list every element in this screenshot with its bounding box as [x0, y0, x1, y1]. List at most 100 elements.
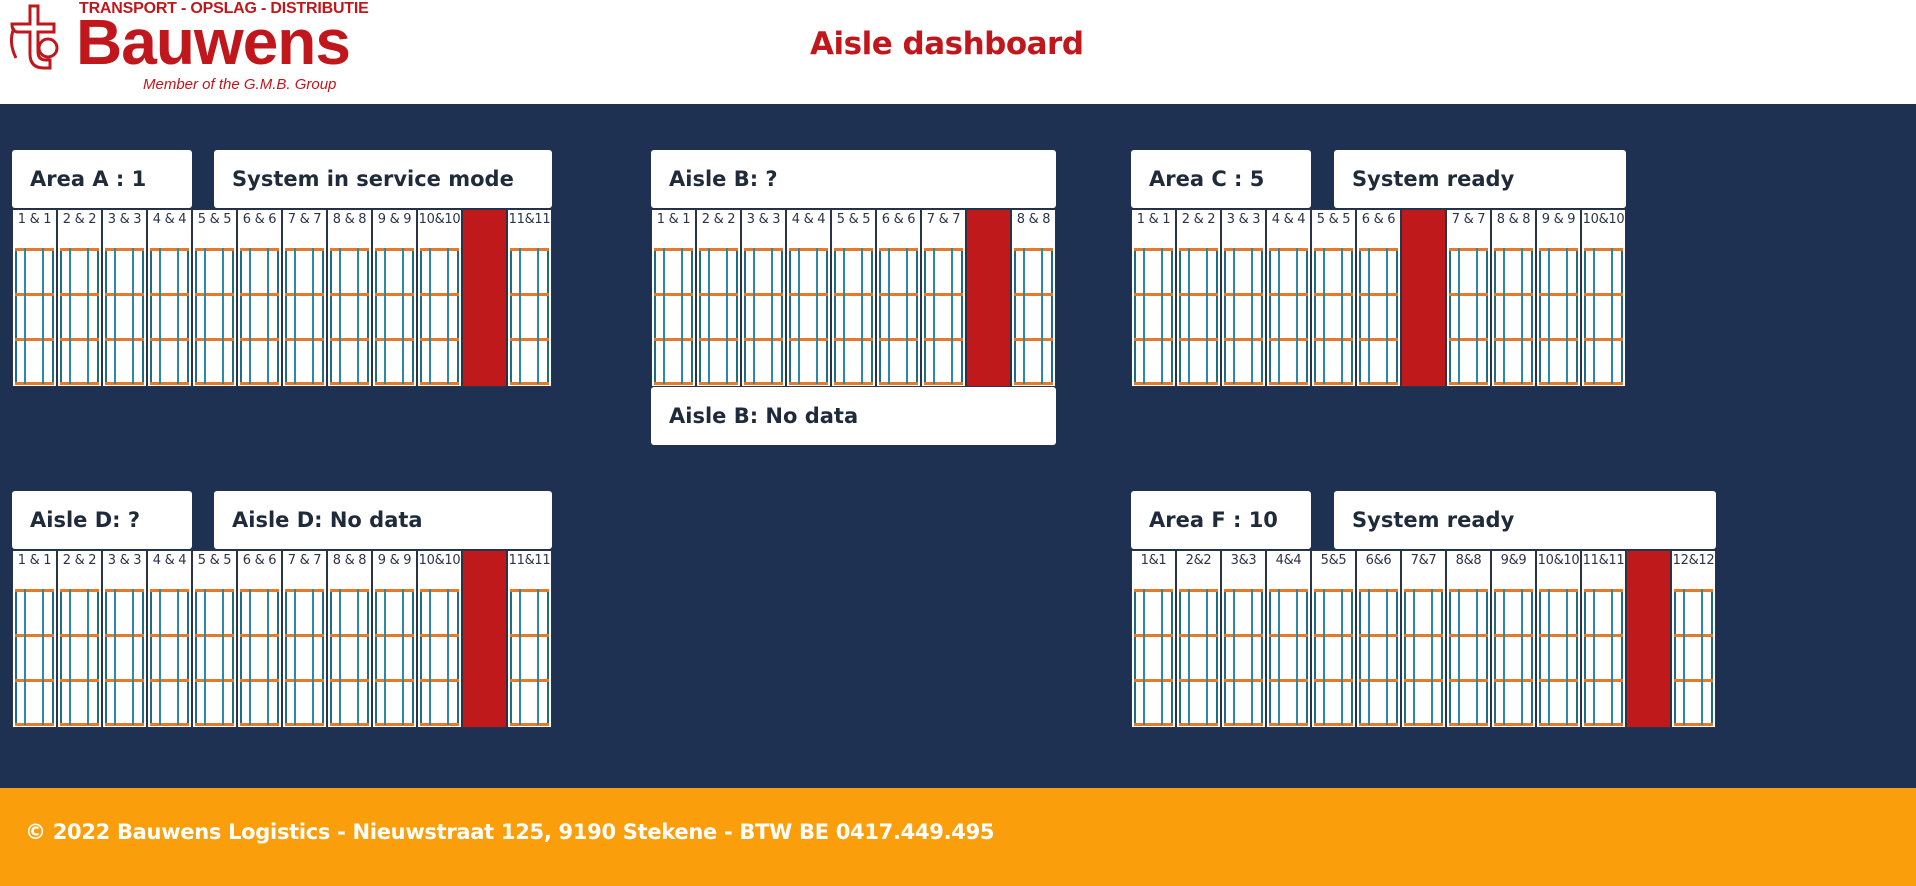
rack-bay[interactable]: 6 & 6 — [876, 209, 921, 387]
bauwens-logo[interactable]: TRANSPORT - OPSLAG - DISTRIBUTIE Bauwens… — [4, 0, 384, 100]
pallet-rack-icon — [1494, 248, 1533, 385]
rack-bay[interactable]: 2 & 2 — [57, 550, 102, 728]
pallet-rack-icon — [1674, 589, 1713, 726]
rack-bay[interactable]: 7&7 — [1401, 550, 1446, 728]
pallet-rack-icon — [240, 248, 279, 385]
rack-bay[interactable]: 4 & 4 — [147, 209, 192, 387]
bay-label: 7 & 7 — [287, 553, 322, 568]
area-a-label: Area A : 1 — [12, 150, 192, 208]
rack-bay[interactable]: 3 & 3 — [102, 209, 147, 387]
pallet-rack-icon — [1449, 248, 1488, 385]
bay-label: 11&11 — [1582, 553, 1625, 568]
rack-bay[interactable]: 8 & 8 — [1011, 209, 1056, 387]
rack-bay[interactable]: 5&5 — [1311, 550, 1356, 728]
bay-label: 10&10 — [418, 553, 461, 568]
rack-bay[interactable]: 7 & 7 — [282, 550, 327, 728]
bay-label: 3 & 3 — [107, 212, 142, 227]
bay-label: 8 & 8 — [332, 212, 367, 227]
bay-label: 5 & 5 — [197, 553, 232, 568]
bay-label: 8&8 — [1455, 553, 1482, 568]
pallet-rack-icon — [1449, 589, 1488, 726]
rack-bay[interactable]: 10&10 — [1581, 209, 1626, 387]
rack-bay[interactable]: 8&8 — [1446, 550, 1491, 728]
pallet-rack-icon — [1224, 589, 1263, 726]
rack-bay[interactable]: 1 & 1 — [12, 550, 57, 728]
rack-bay[interactable]: 7 & 7 — [282, 209, 327, 387]
bay-label: 5 & 5 — [1316, 212, 1351, 227]
rack-bay[interactable]: 6 & 6 — [237, 209, 282, 387]
rack-bay[interactable]: 8 & 8 — [327, 209, 372, 387]
rack-bay[interactable]: 2 & 2 — [57, 209, 102, 387]
pallet-rack-icon — [1404, 589, 1443, 726]
rack-bay[interactable]: 8 & 8 — [1491, 209, 1536, 387]
pallet-rack-icon — [1134, 248, 1173, 385]
blocked-bay[interactable] — [1401, 209, 1446, 387]
pallet-rack-icon — [1269, 589, 1308, 726]
blocked-bay[interactable] — [966, 209, 1011, 387]
rack-bay[interactable]: 5 & 5 — [192, 209, 237, 387]
bay-label: 9 & 9 — [377, 212, 412, 227]
pallet-rack-icon — [1269, 248, 1308, 385]
rack-bay[interactable]: 10&10 — [417, 550, 462, 728]
rack-bay[interactable]: 1 & 1 — [651, 209, 696, 387]
rack-bay[interactable]: 5 & 5 — [192, 550, 237, 728]
blocked-bay[interactable] — [1626, 550, 1671, 728]
page-title: Aisle dashboard — [810, 26, 1084, 62]
rack-bay[interactable]: 6&6 — [1356, 550, 1401, 728]
rack-bay[interactable]: 8 & 8 — [327, 550, 372, 728]
rack-bay[interactable]: 2 & 2 — [696, 209, 741, 387]
area-c-rack: 1 & 1 2 & 2 3 & 3 4 & 4 5 & 5 6 & 6 7 & 7 8 & 8… — [1131, 209, 1626, 387]
rack-bay[interactable]: 6 & 6 — [1356, 209, 1401, 387]
rack-bay[interactable]: 9 & 9 — [372, 550, 417, 728]
bay-label: 3&3 — [1230, 553, 1257, 568]
pallet-rack-icon — [654, 248, 693, 385]
rack-bay[interactable]: 3 & 3 — [102, 550, 147, 728]
pallet-rack-icon — [285, 248, 324, 385]
pallet-rack-icon — [420, 248, 459, 385]
pallet-rack-icon — [879, 248, 918, 385]
rack-bay[interactable]: 11&11 — [507, 550, 552, 728]
pallet-rack-icon — [1584, 589, 1623, 726]
rack-bay[interactable]: 1 & 1 — [12, 209, 57, 387]
rack-bay[interactable]: 5 & 5 — [1311, 209, 1356, 387]
rack-bay[interactable]: 11&11 — [1581, 550, 1626, 728]
rack-bay[interactable]: 3 & 3 — [741, 209, 786, 387]
pallet-rack-icon — [15, 589, 54, 726]
bay-label: 4 & 4 — [152, 212, 187, 227]
rack-bay[interactable]: 11&11 — [507, 209, 552, 387]
blocked-bay[interactable] — [462, 550, 507, 728]
blocked-bay[interactable] — [462, 209, 507, 387]
pallet-rack-icon — [150, 248, 189, 385]
rack-bay[interactable]: 3&3 — [1221, 550, 1266, 728]
bay-label: 1 & 1 — [1136, 212, 1171, 227]
rack-bay[interactable]: 4 & 4 — [1266, 209, 1311, 387]
rack-bay[interactable]: 6 & 6 — [237, 550, 282, 728]
rack-bay[interactable]: 7 & 7 — [921, 209, 966, 387]
rack-bay[interactable]: 5 & 5 — [831, 209, 876, 387]
rack-bay[interactable]: 2&2 — [1176, 550, 1221, 728]
rack-bay[interactable]: 9&9 — [1491, 550, 1536, 728]
rack-bay[interactable]: 4 & 4 — [786, 209, 831, 387]
aisle-d-status: Aisle D: No data — [214, 491, 552, 549]
rack-bay[interactable]: 9 & 9 — [372, 209, 417, 387]
pallet-rack-icon — [510, 248, 549, 385]
rack-bay[interactable]: 7 & 7 — [1446, 209, 1491, 387]
rack-bay[interactable]: 4 & 4 — [147, 550, 192, 728]
bay-label: 7 & 7 — [926, 212, 961, 227]
rack-bay[interactable]: 1&1 — [1131, 550, 1176, 728]
rack-bay[interactable]: 9 & 9 — [1536, 209, 1581, 387]
footer-text: © 2022 Bauwens Logistics - Nieuwstraat 1… — [25, 820, 995, 844]
pallet-rack-icon — [240, 589, 279, 726]
rack-bay[interactable]: 12&12 — [1671, 550, 1716, 728]
rack-bay[interactable]: 1 & 1 — [1131, 209, 1176, 387]
rack-bay[interactable]: 3 & 3 — [1221, 209, 1266, 387]
bay-label: 4 & 4 — [1271, 212, 1306, 227]
bauwens-tb-logo-icon — [9, 4, 59, 70]
bay-label: 9 & 9 — [1541, 212, 1576, 227]
pallet-rack-icon — [1179, 248, 1218, 385]
rack-bay[interactable]: 2 & 2 — [1176, 209, 1221, 387]
bay-label: 6&6 — [1365, 553, 1392, 568]
rack-bay[interactable]: 10&10 — [417, 209, 462, 387]
rack-bay[interactable]: 10&10 — [1536, 550, 1581, 728]
rack-bay[interactable]: 4&4 — [1266, 550, 1311, 728]
